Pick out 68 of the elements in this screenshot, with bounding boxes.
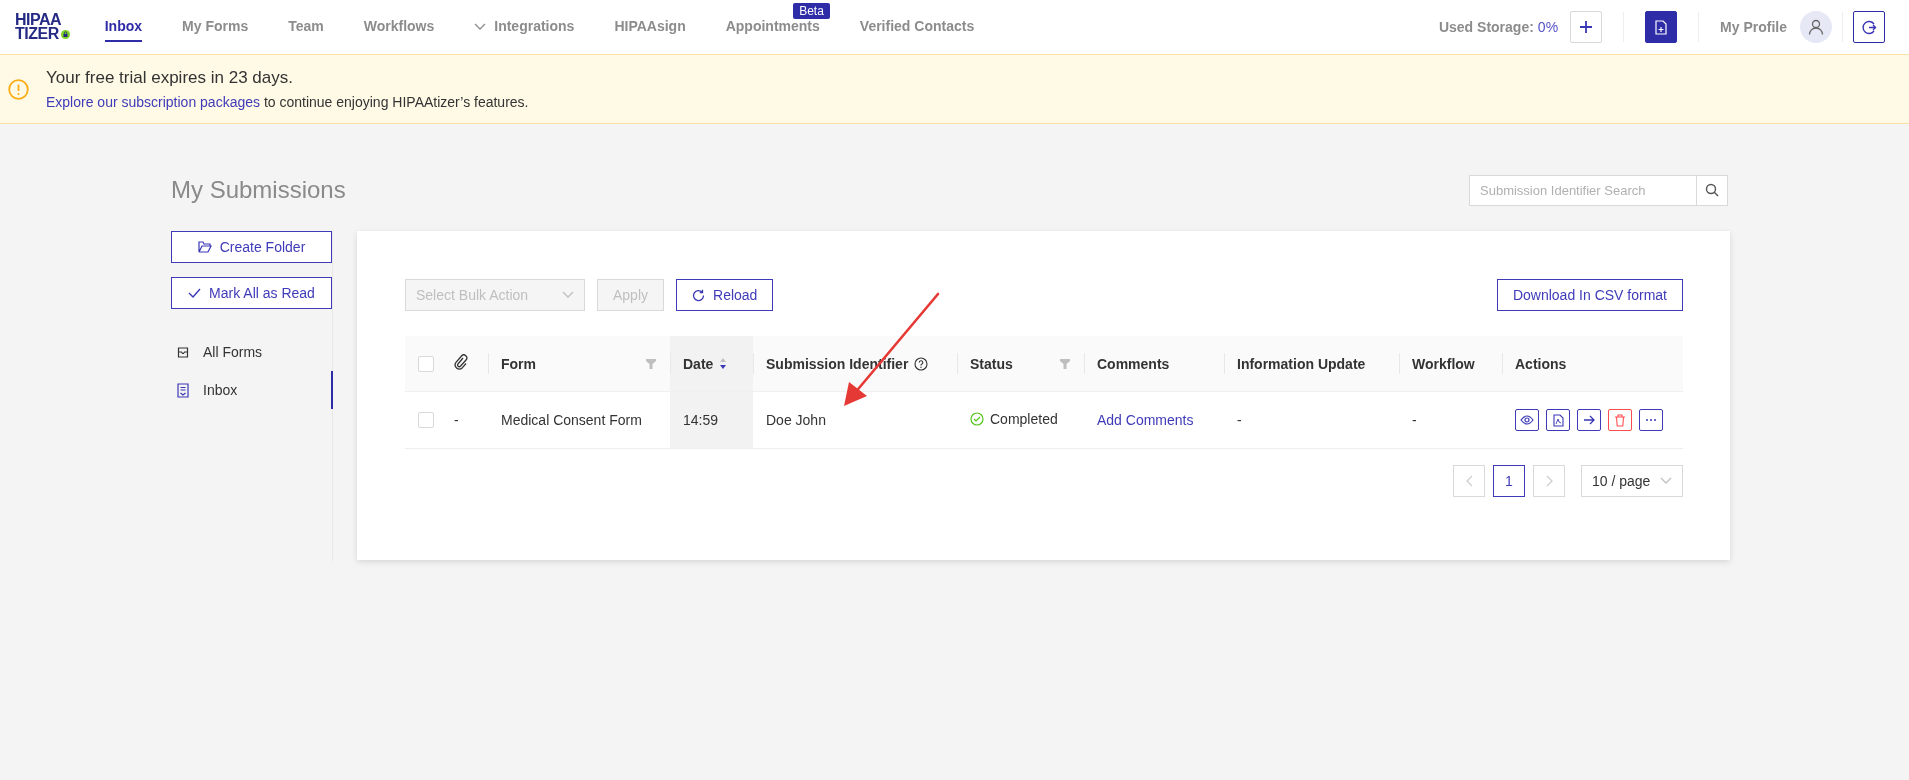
table-cell: - <box>1412 412 1417 428</box>
sidebar-item[interactable]: All Forms <box>171 333 333 371</box>
chevron-left-icon <box>1465 475 1473 487</box>
trash-icon <box>1614 413 1626 427</box>
storage-label: Used Storage: <box>1438 19 1534 35</box>
chevron-right-icon <box>1545 475 1553 487</box>
storage-value: 0% <box>1537 19 1559 35</box>
search-button[interactable] <box>1697 174 1728 206</box>
column-header: Date <box>683 355 714 372</box>
search-field[interactable]: Submission Identifier Search <box>1469 174 1697 206</box>
trial-message: Explore our subscription packages to continue enjoying HIPAAtizer’s features. <box>46 94 529 110</box>
nav-tab[interactable]: Inbox <box>104 12 143 42</box>
document-plus-icon <box>1655 19 1668 35</box>
select-all-checkbox[interactable] <box>418 355 434 372</box>
more-button[interactable] <box>1639 409 1663 431</box>
search-icon <box>1705 183 1719 197</box>
arrow-right-icon <box>1582 414 1596 426</box>
table-cell: - <box>454 412 459 428</box>
pdf-file-icon <box>1552 413 1564 427</box>
column-header: Form <box>501 355 536 372</box>
column-header: Workflow <box>1412 355 1475 372</box>
column-header: Information Update <box>1237 355 1366 372</box>
plus-icon <box>1579 20 1594 34</box>
status-text: Completed <box>990 411 1058 427</box>
page-title: My Submissions <box>171 176 346 204</box>
chevron-down-icon <box>562 291 574 299</box>
page-size-select[interactable]: 10 / page <box>1581 465 1683 497</box>
checkmark-icon <box>188 288 202 298</box>
add-comments-link[interactable]: Add Comments <box>1097 412 1194 428</box>
delete-button[interactable] <box>1608 409 1632 431</box>
ellipsis-icon <box>1645 418 1657 422</box>
person-icon <box>1808 19 1824 35</box>
logo[interactable]: HIPAA TIZER <box>15 13 70 41</box>
tray-icon <box>177 346 189 358</box>
reload-icon <box>692 288 706 302</box>
avatar-icon[interactable] <box>1800 11 1832 43</box>
logout-button[interactable] <box>1853 11 1885 43</box>
document-list-icon <box>177 382 189 398</box>
column-header: Comments <box>1097 355 1170 372</box>
lock-icon <box>60 29 70 39</box>
table-cell: Doe John <box>766 412 826 428</box>
pdf-button[interactable] <box>1546 409 1570 431</box>
paperclip-icon <box>454 354 468 370</box>
view-button[interactable] <box>1515 409 1539 431</box>
trial-title: Your free trial expires in 23 days. <box>46 68 294 88</box>
forward-button[interactable] <box>1577 409 1601 431</box>
reload-button[interactable]: Reload <box>676 279 774 311</box>
warning-icon <box>8 78 29 100</box>
column-header: Status <box>970 355 1013 372</box>
sidebar-item[interactable]: Inbox <box>171 371 333 409</box>
subscription-link[interactable]: Explore our subscription packages <box>46 94 260 110</box>
chevron-down-icon <box>1660 477 1672 485</box>
row-checkbox[interactable] <box>418 412 434 428</box>
add-storage-button[interactable] <box>1570 11 1603 43</box>
folder-icon <box>197 241 212 253</box>
sort-icon[interactable] <box>719 357 728 370</box>
eye-icon <box>1520 415 1534 425</box>
table-cell: Medical Consent Form <box>501 412 642 428</box>
sidebar-button[interactable]: Create Folder <box>171 231 332 263</box>
sidebar-button[interactable]: Mark All as Read <box>171 277 332 309</box>
new-document-button[interactable] <box>1645 11 1678 43</box>
beta-badge: Beta <box>793 3 830 19</box>
download-csv-button[interactable]: Download In CSV format <box>1496 279 1683 311</box>
logout-icon <box>1861 19 1877 35</box>
table-cell: - <box>1237 412 1242 428</box>
page-button[interactable]: 1 <box>1493 465 1525 497</box>
column-header: Actions <box>1515 355 1567 372</box>
table-cell: 14:59 <box>683 412 719 428</box>
